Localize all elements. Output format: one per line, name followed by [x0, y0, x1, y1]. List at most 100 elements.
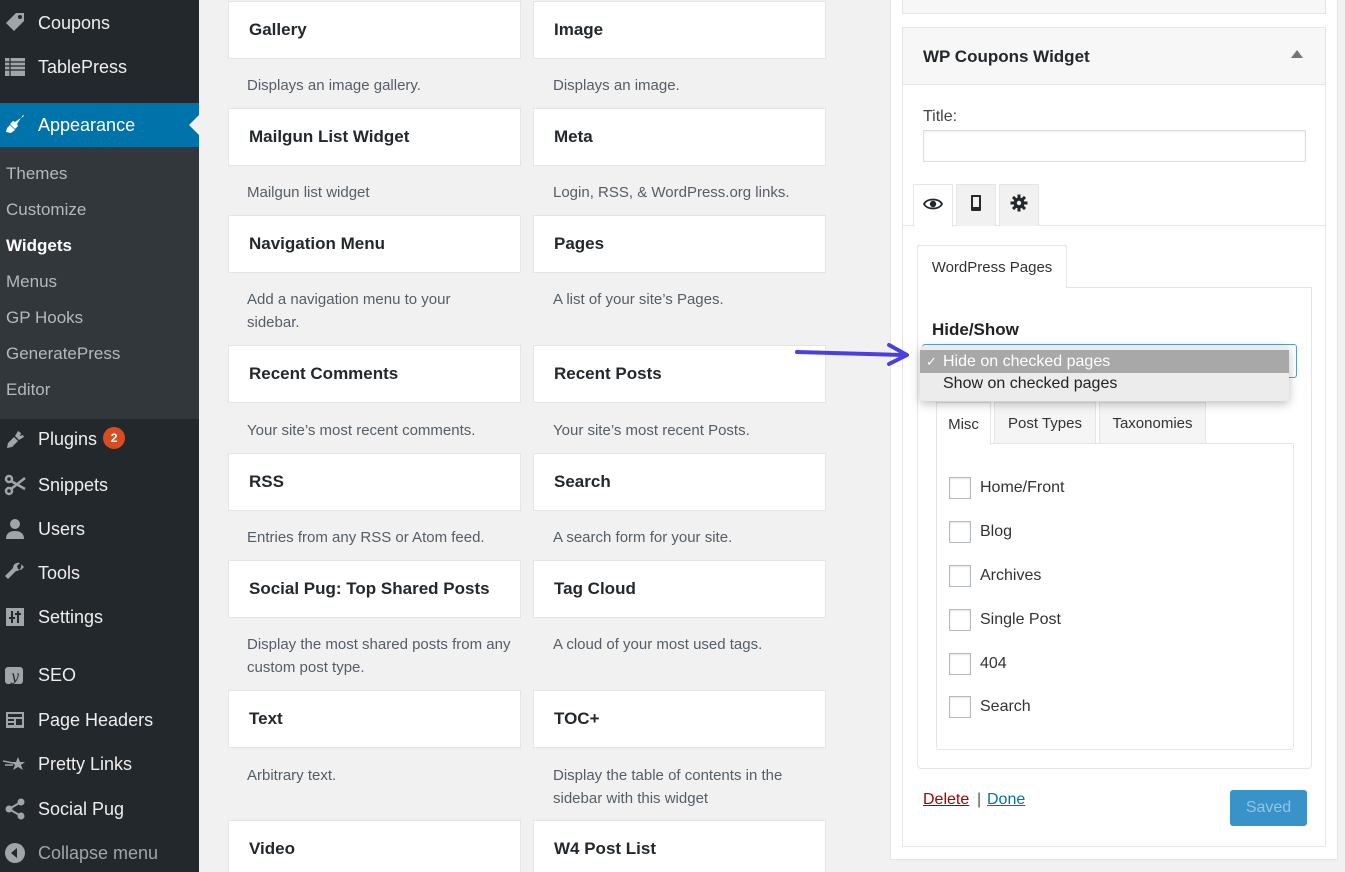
- widget-social-pug-top-shared[interactable]: Social Pug: Top Shared Posts: [228, 560, 521, 618]
- delete-link[interactable]: Delete: [923, 791, 969, 809]
- widget-recent-posts[interactable]: Recent Posts: [533, 345, 826, 403]
- checkbox[interactable]: [949, 477, 971, 499]
- checkbox-blog[interactable]: Blog: [949, 521, 1012, 543]
- submenu-item-gp-hooks[interactable]: GP Hooks: [6, 308, 83, 328]
- menu-item-tablepress[interactable]: TablePress: [0, 47, 199, 87]
- table-icon: [2, 54, 28, 80]
- menu-item-plugins[interactable]: Plugins 2: [0, 420, 199, 460]
- menu-item-users[interactable]: Users: [0, 509, 199, 549]
- option-show-on-checked[interactable]: Show on checked pages: [920, 372, 1289, 395]
- tab-devices[interactable]: [956, 184, 996, 226]
- menu-item-seo[interactable]: y SEO: [0, 655, 199, 695]
- widget-mailgun-list[interactable]: Mailgun List Widget: [228, 108, 521, 166]
- widget-video[interactable]: Video: [228, 820, 521, 872]
- menu-item-coupons[interactable]: Coupons: [0, 3, 199, 43]
- gear-icon: [1010, 194, 1028, 217]
- checkbox-archives[interactable]: Archives: [949, 565, 1041, 587]
- widget-description: Display the table of contents in the sid…: [553, 767, 783, 807]
- link-separator: |: [977, 791, 982, 808]
- menu-item-page-headers[interactable]: Page Headers: [0, 700, 199, 740]
- widget-search[interactable]: Search: [533, 453, 826, 511]
- checkbox-single-post[interactable]: Single Post: [949, 609, 1061, 631]
- title-input[interactable]: [923, 130, 1306, 162]
- widget-description: Displays an image gallery.: [247, 77, 421, 94]
- collapse-menu-button[interactable]: Collapse menu: [0, 833, 199, 872]
- tab-settings[interactable]: [999, 184, 1039, 226]
- widget-header[interactable]: WP Coupons Widget: [903, 28, 1325, 85]
- star-link-icon: [2, 751, 28, 777]
- widget-text[interactable]: Text: [228, 690, 521, 748]
- widget-description: Your site’s most recent comments.: [247, 422, 476, 439]
- admin-sidebar: Coupons TablePress Appearance Themes Cus…: [0, 0, 199, 872]
- checkmark-icon: ✓: [926, 354, 937, 369]
- submenu-item-customize[interactable]: Customize: [6, 200, 86, 220]
- widget-rss[interactable]: RSS: [228, 453, 521, 511]
- menu-item-pretty-links[interactable]: Pretty Links: [0, 744, 199, 784]
- widget-image[interactable]: Image: [533, 1, 826, 59]
- menu-item-appearance[interactable]: Appearance: [0, 103, 199, 147]
- widget-title: WP Coupons Widget: [923, 47, 1090, 66]
- widget-description: Arbitrary text.: [247, 767, 337, 784]
- widget-description: A cloud of your most used tags.: [553, 636, 763, 653]
- mobile-icon: [970, 194, 982, 217]
- checkbox[interactable]: [949, 696, 971, 718]
- widget-navigation-menu[interactable]: Navigation Menu: [228, 215, 521, 273]
- title-label: Title:: [923, 108, 958, 125]
- checkbox-404[interactable]: 404: [949, 653, 1007, 675]
- svg-text:y: y: [10, 669, 20, 685]
- plug-icon: [2, 427, 28, 453]
- previous-widget[interactable]: [902, 0, 1326, 14]
- widget-description: Entries from any RSS or Atom feed.: [247, 529, 485, 546]
- menu-item-tools[interactable]: Tools: [0, 553, 199, 593]
- widget-w4-post-list[interactable]: W4 Post List: [533, 820, 826, 872]
- saved-button[interactable]: Saved: [1230, 790, 1307, 826]
- collapse-arrow-icon: [2, 840, 28, 866]
- wrench-icon: [2, 560, 28, 586]
- checkbox[interactable]: [949, 609, 971, 631]
- submenu-item-editor[interactable]: Editor: [6, 380, 50, 400]
- checkbox-home-front[interactable]: Home/Front: [949, 477, 1064, 499]
- update-count-badge: 2: [103, 427, 126, 450]
- tab-wordpress-pages[interactable]: WordPress Pages: [917, 245, 1067, 288]
- collapse-toggle-icon[interactable]: [1291, 50, 1303, 58]
- widget-description: Add a navigation menu to your sidebar.: [247, 291, 451, 331]
- widget-gallery[interactable]: Gallery: [228, 1, 521, 59]
- annotation-arrow-icon: [795, 343, 909, 366]
- menu-item-social-pug[interactable]: Social Pug: [0, 789, 199, 829]
- paintbrush-icon: [2, 112, 28, 138]
- checkbox[interactable]: [949, 653, 971, 675]
- menu-item-settings[interactable]: Settings: [0, 597, 199, 637]
- hide-show-label: Hide/Show: [932, 320, 1019, 339]
- submenu-item-generatepress[interactable]: GeneratePress: [6, 344, 120, 364]
- widget-description: A list of your site’s Pages.: [553, 291, 724, 308]
- checkbox-search[interactable]: Search: [949, 696, 1031, 718]
- submenu-item-menus[interactable]: Menus: [6, 272, 57, 292]
- widget-meta[interactable]: Meta: [533, 108, 826, 166]
- widget-recent-comments[interactable]: Recent Comments: [228, 345, 521, 403]
- tab-visibility[interactable]: [913, 184, 953, 227]
- widget-description: Login, RSS, & WordPress.org links.: [553, 184, 790, 201]
- widget-description: A search form for your site.: [553, 529, 733, 546]
- menu-item-snippets[interactable]: Snippets: [0, 465, 199, 505]
- option-hide-on-checked[interactable]: ✓ Hide on checked pages: [920, 350, 1289, 373]
- widget-toc-plus[interactable]: TOC+: [533, 690, 826, 748]
- tab-post-types[interactable]: Post Types: [994, 402, 1096, 444]
- submenu-item-widgets[interactable]: Widgets: [6, 236, 72, 256]
- scissors-icon: [2, 472, 28, 498]
- active-indicator: [189, 115, 199, 135]
- widget-description: Mailgun list widget: [247, 184, 370, 201]
- widget-pages[interactable]: Pages: [533, 215, 826, 273]
- widget-description: Display the most shared posts from any c…: [247, 636, 511, 676]
- widget-tag-cloud[interactable]: Tag Cloud: [533, 560, 826, 618]
- tag-icon: [2, 10, 28, 36]
- share-icon: [2, 796, 28, 822]
- tab-taxonomies[interactable]: Taxonomies: [1099, 402, 1206, 444]
- done-link[interactable]: Done: [987, 791, 1025, 809]
- user-icon: [2, 516, 28, 542]
- layout-icon: [2, 707, 28, 733]
- checkbox[interactable]: [949, 565, 971, 587]
- tab-misc[interactable]: Misc: [936, 402, 991, 445]
- submenu-item-themes[interactable]: Themes: [6, 164, 67, 184]
- widget-description: Displays an image.: [553, 77, 680, 94]
- checkbox[interactable]: [949, 521, 971, 543]
